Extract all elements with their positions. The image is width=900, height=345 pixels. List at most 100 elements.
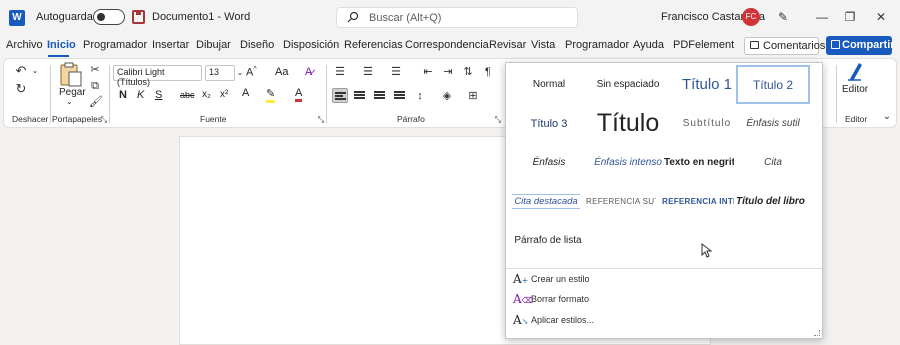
comments-label: Comentarios — [763, 40, 826, 52]
editor-button[interactable]: Editor — [842, 84, 868, 95]
style-referencia-sutil[interactable]: Referencia sutil — [586, 182, 656, 221]
superscript-button[interactable]: x² — [220, 89, 228, 100]
font-color-icon[interactable]: A — [295, 87, 303, 102]
bold-button[interactable]: N — [119, 89, 127, 101]
subscript-button[interactable]: x₂ — [202, 89, 211, 100]
shading-icon[interactable]: ◈ — [441, 90, 453, 102]
resize-grip-icon[interactable] — [814, 330, 820, 336]
tab-archivo[interactable]: Archivo — [6, 39, 43, 51]
format-painter-icon[interactable]: 🖌 — [89, 96, 103, 108]
word-logo-icon: W — [9, 10, 25, 26]
style-titulo-3[interactable]: Título 3 — [510, 104, 588, 143]
tab-inicio[interactable]: Inicio — [47, 39, 76, 51]
cut-icon[interactable]: ✂ — [89, 64, 101, 76]
style-texto-negrita[interactable]: Texto en negrita — [664, 143, 734, 182]
change-case-button[interactable]: Aa — [275, 66, 288, 78]
clear-format-icon[interactable]: A̷ — [305, 66, 312, 78]
tab-dibujar[interactable]: Dibujar — [196, 39, 231, 51]
underline-button[interactable]: S — [155, 89, 162, 101]
editor-icon[interactable] — [847, 61, 863, 81]
sort-icon[interactable]: ⇅ — [462, 66, 474, 78]
style-normal[interactable]: Normal — [510, 65, 588, 104]
undo-icon[interactable]: ↶ — [15, 64, 27, 77]
justify-button[interactable] — [392, 88, 408, 103]
decrease-indent-icon[interactable]: ⇤ — [422, 66, 434, 78]
apply-styles-action[interactable]: A↘ Aplicar estilos... — [513, 312, 594, 328]
separator — [50, 65, 51, 123]
show-marks-icon[interactable]: ¶ — [482, 66, 494, 78]
font-name-select[interactable]: Calibri Light (Títulos) — [113, 65, 202, 87]
tab-diseno[interactable]: Diseño — [240, 39, 274, 51]
copy-icon[interactable]: ⧉ — [89, 80, 101, 92]
paragraph-launcher-icon[interactable]: ⤡ — [492, 114, 504, 126]
style-sin-espaciado[interactable]: Sin espaciado — [589, 65, 667, 104]
tab-vista[interactable]: Vista — [531, 39, 555, 51]
tab-correspondencia[interactable]: Correspondencia — [405, 39, 489, 51]
style-titulo-1[interactable]: Título 1 — [668, 65, 746, 104]
collapse-ribbon-icon[interactable]: ⌄ — [881, 111, 893, 123]
tab-ayuda[interactable]: Ayuda — [633, 39, 664, 51]
save-icon[interactable] — [132, 10, 145, 24]
undo-dropdown-icon[interactable]: ⌄ — [29, 65, 41, 77]
tab-insertar[interactable]: Insertar — [152, 39, 189, 51]
redo-icon[interactable]: ↻ — [15, 82, 27, 95]
multilevel-list-icon[interactable]: ☰ — [390, 66, 402, 78]
style-cita-destacada[interactable]: Cita destacada — [510, 182, 582, 221]
style-cita[interactable]: Cita — [736, 143, 810, 182]
create-style-icon: A+ — [513, 272, 529, 286]
style-enfasis-sutil[interactable]: Énfasis sutil — [736, 104, 810, 143]
font-group-label: Fuente — [200, 114, 227, 124]
align-left-button[interactable] — [332, 88, 348, 103]
style-titulo-2[interactable]: Título 2 — [736, 65, 810, 104]
tab-revisar[interactable]: Revisar — [489, 39, 526, 51]
bullets-icon[interactable]: ☰ — [334, 66, 346, 78]
share-button[interactable]: Compartir — [826, 36, 895, 55]
align-center-button[interactable] — [352, 88, 368, 103]
style-referencia-sutil-label: Referencia sutil — [586, 197, 656, 206]
clear-format-label: Borrar formato — [531, 294, 590, 304]
search-icon — [347, 11, 359, 23]
clear-format-action[interactable]: A⌫ Borrar formato — [513, 291, 589, 307]
clipboard-group-label: Portapapeles — [52, 114, 103, 124]
strikethrough-button[interactable]: abc — [180, 90, 195, 100]
tab-programador-2[interactable]: Programador — [565, 39, 629, 51]
close-icon[interactable]: ✕ — [872, 8, 890, 26]
apply-styles-icon: A↘ — [513, 313, 529, 327]
highlight-icon[interactable]: ✎ — [266, 87, 276, 103]
align-right-button[interactable] — [372, 88, 388, 103]
grow-font-icon[interactable]: A^ — [246, 66, 257, 79]
pen-icon[interactable]: ✎ — [774, 8, 792, 26]
text-effects-icon[interactable]: A — [242, 87, 249, 99]
borders-icon[interactable]: ⊞ — [467, 90, 479, 102]
tab-programador[interactable]: Programador — [83, 39, 147, 51]
style-referencia-intensa-label: Referencia inte — [662, 197, 734, 206]
style-titulo-libro[interactable]: Título del libro — [736, 182, 810, 221]
font-size-select[interactable]: 13 — [205, 65, 235, 81]
style-parrafo-lista[interactable]: Párrafo de lista — [510, 221, 586, 260]
increase-indent-icon[interactable]: ⇥ — [442, 66, 454, 78]
tab-referencias[interactable]: Referencias — [344, 39, 403, 51]
paste-icon[interactable] — [59, 62, 83, 88]
tab-pdfelement[interactable]: PDFelement — [673, 39, 734, 51]
restore-icon[interactable]: ❐ — [841, 8, 859, 26]
paste-dropdown-icon[interactable]: ⌄ — [66, 97, 73, 106]
style-titulo[interactable]: Título — [589, 104, 667, 143]
minimize-icon[interactable]: — — [813, 8, 831, 26]
line-spacing-icon[interactable]: ↕ — [414, 90, 426, 102]
numbering-icon[interactable]: ☰ — [362, 66, 374, 78]
style-subtitulo[interactable]: Subtítulo — [668, 104, 746, 143]
italic-button[interactable]: K — [137, 89, 144, 101]
tab-disposicion[interactable]: Disposición — [283, 39, 339, 51]
comments-button[interactable]: Comentarios — [744, 37, 825, 55]
create-style-action[interactable]: A+ Crear un estilo — [513, 271, 590, 287]
search-placeholder: Buscar (Alt+Q) — [369, 12, 442, 24]
style-enfasis[interactable]: Énfasis — [510, 143, 588, 182]
autosave-toggle[interactable] — [93, 9, 125, 25]
font-size-dropdown-icon[interactable]: ⌄ — [234, 67, 246, 79]
style-referencia-intensa[interactable]: Referencia inte — [662, 182, 734, 221]
clear-format-action-icon: A⌫ — [513, 292, 533, 306]
style-enfasis-intenso[interactable]: Énfasis intenso — [589, 143, 667, 182]
active-tab-indicator — [48, 55, 69, 57]
avatar[interactable]: FC — [742, 8, 760, 26]
search-box[interactable]: Buscar (Alt+Q) — [336, 7, 578, 28]
